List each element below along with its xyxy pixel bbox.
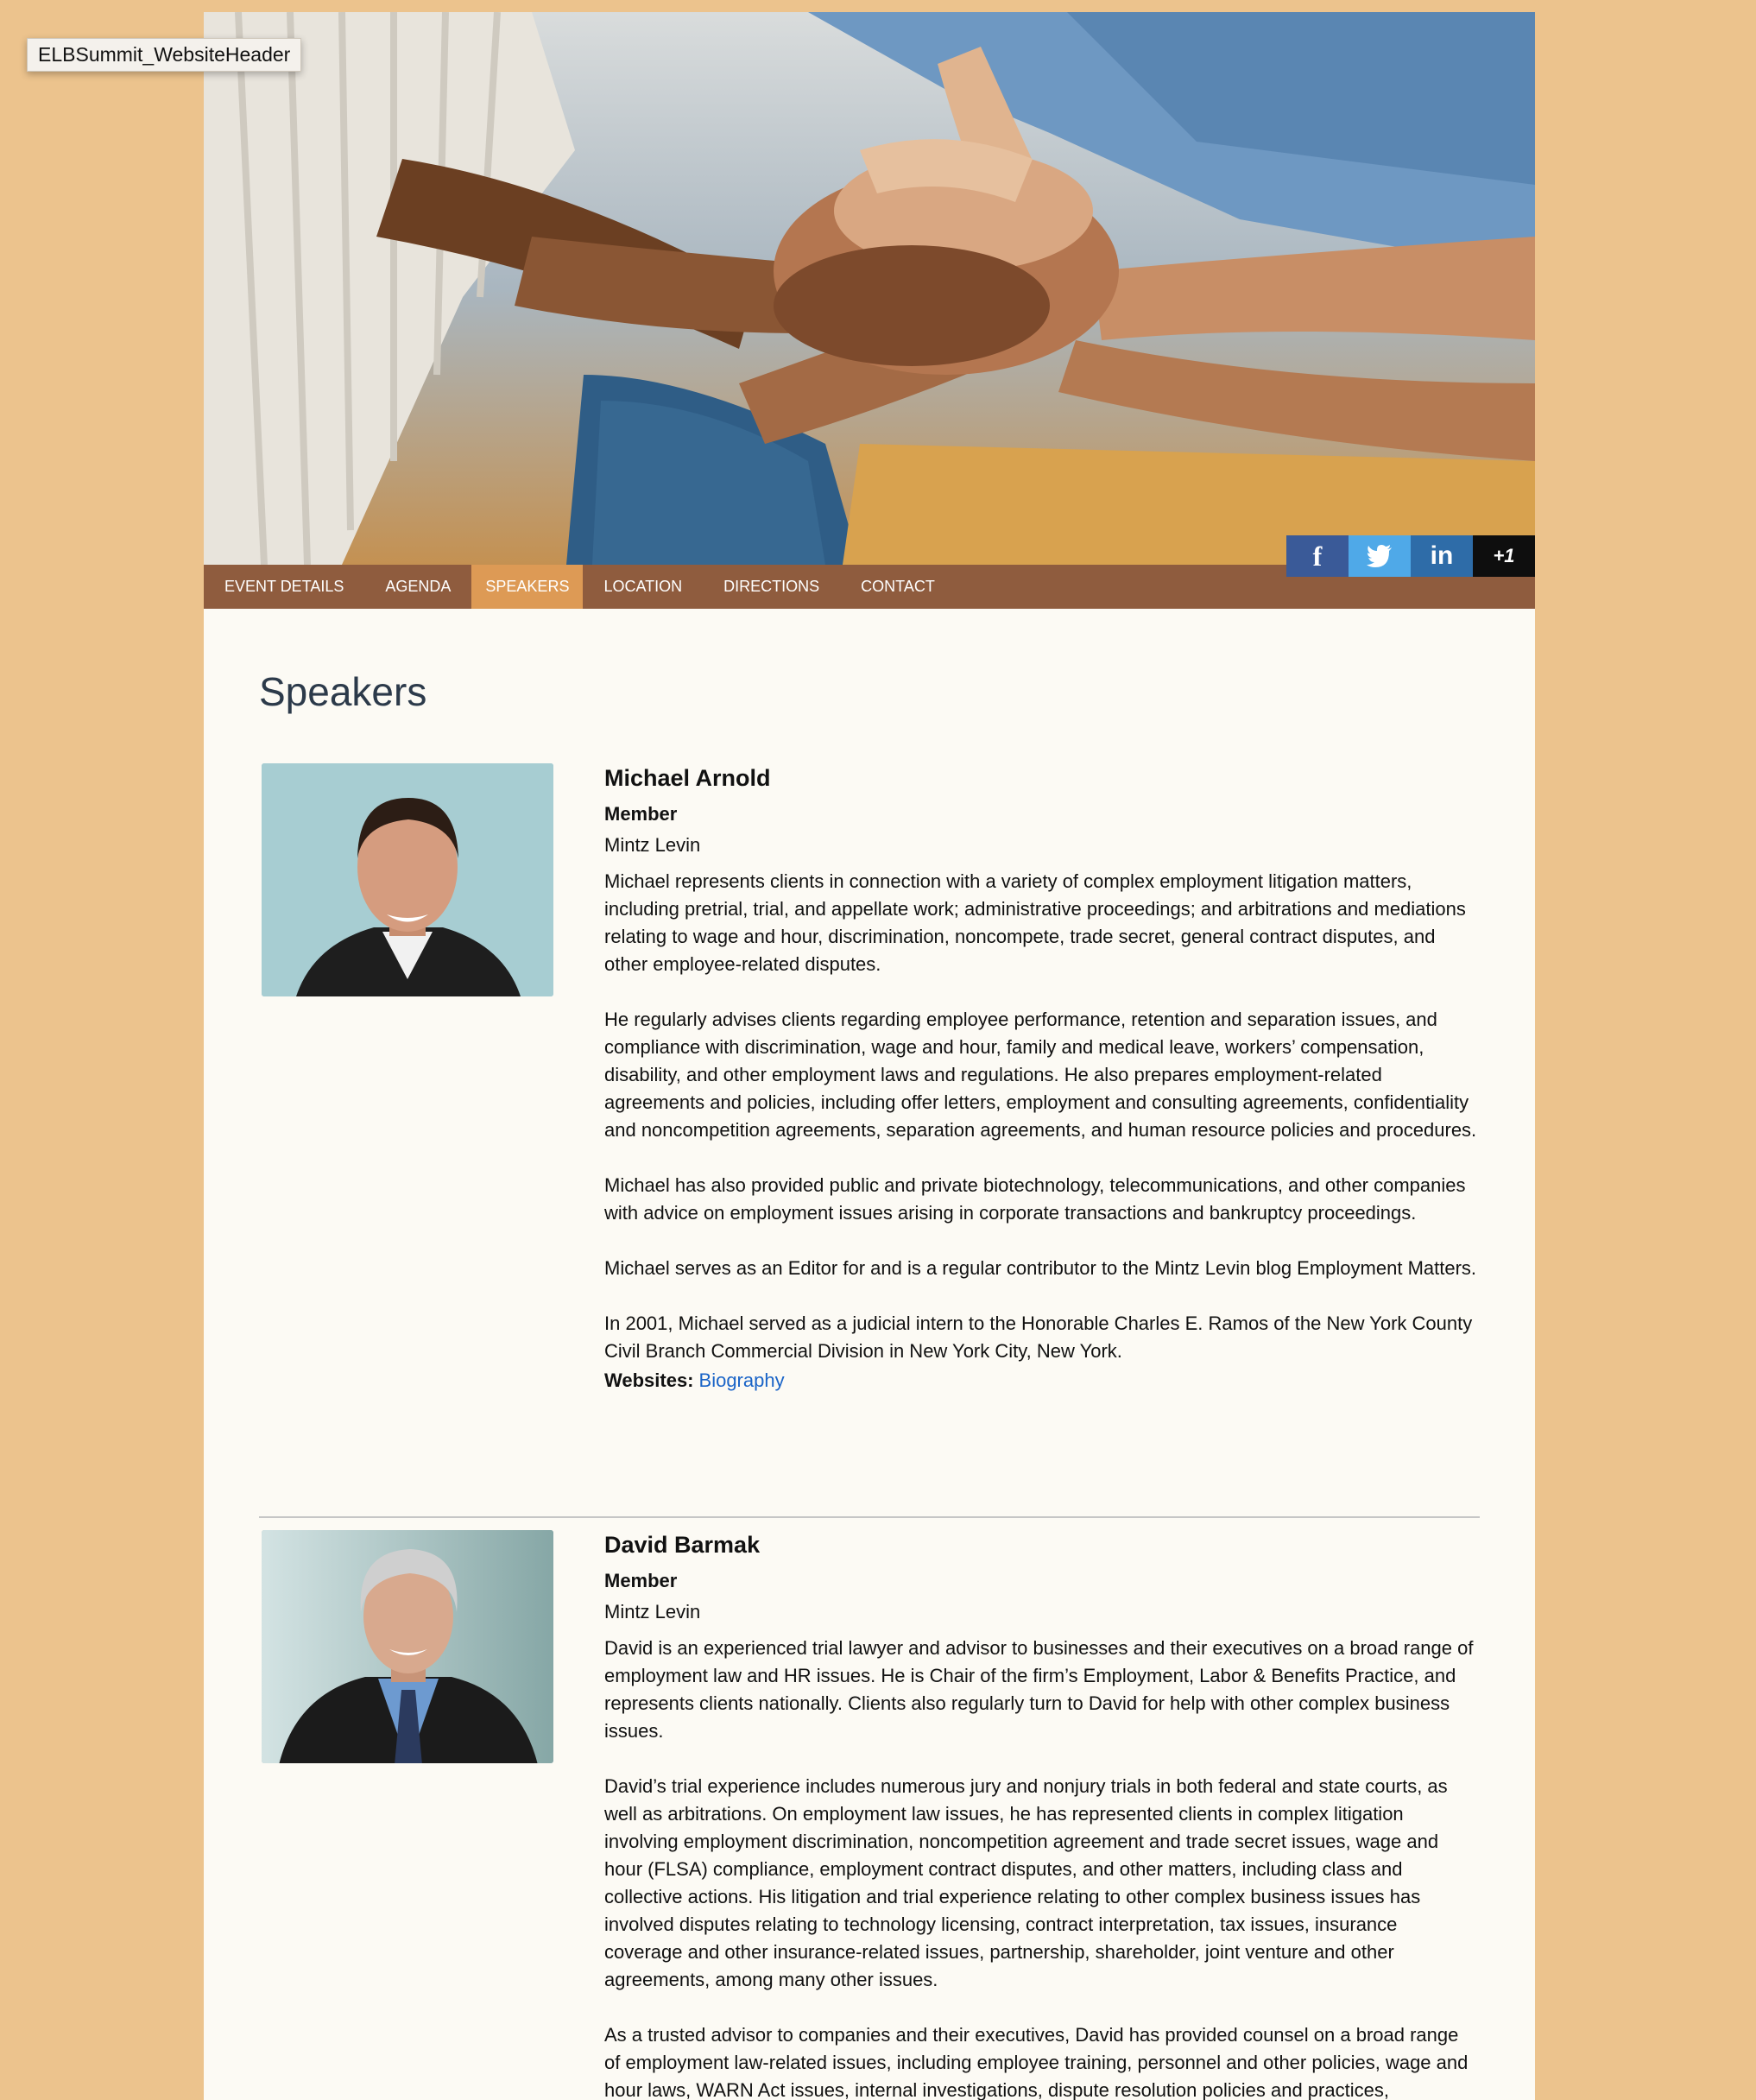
speaker-name: Michael Arnold	[604, 765, 771, 791]
bio-paragraph: David’s trial experience includes numero…	[604, 1775, 1448, 1990]
biography-link[interactable]: Biography	[699, 1369, 785, 1391]
social-share-bar: f in +1	[1286, 535, 1535, 577]
tooltip-label: ELBSummit_WebsiteHeader	[27, 38, 302, 72]
bio-paragraph: David is an experienced trial lawyer and…	[604, 1637, 1474, 1742]
speaker-photo-michael-arnold	[262, 763, 553, 996]
speaker-divider	[259, 1516, 1480, 1518]
twitter-bird-icon	[1367, 545, 1392, 567]
speaker-websites: Websites: Biography	[604, 1367, 1478, 1395]
portrait-image	[262, 1530, 553, 1763]
bio-paragraph: Michael represents clients in connection…	[604, 870, 1466, 975]
nav-item-event-details[interactable]: EVENT DETAILS	[204, 565, 364, 609]
twitter-icon[interactable]	[1349, 535, 1411, 577]
linkedin-icon[interactable]: in	[1411, 535, 1473, 577]
speaker-organization: Mintz Levin	[604, 1601, 701, 1622]
portrait-image	[262, 763, 553, 996]
bio-paragraph: Michael has also provided public and pri…	[604, 1174, 1466, 1224]
speaker-organization: Mintz Levin	[604, 834, 701, 856]
hands-stacked-teamwork-photo	[204, 12, 1535, 565]
nav-item-agenda[interactable]: AGENDA	[364, 565, 471, 609]
page-title: Speakers	[259, 669, 427, 714]
speaker-name: David Barmak	[604, 1532, 761, 1558]
page-container: f in +1 EVENT DETAILS AGENDA SPEAKERS LO…	[204, 12, 1535, 2100]
nav-item-location[interactable]: LOCATION	[583, 565, 703, 609]
speaker-info: Michael Arnold Member Mintz Levin Michae…	[604, 763, 1478, 1395]
speaker-info: David Barmak Member Mintz Levin David is…	[604, 1530, 1478, 2100]
google-plus-one-button[interactable]: +1	[1473, 535, 1535, 577]
speaker-photo-david-barmak	[262, 1530, 553, 1763]
facebook-icon[interactable]: f	[1286, 535, 1349, 577]
speaker-role: Member	[604, 803, 678, 825]
bio-paragraph: In 2001, Michael served as a judicial in…	[604, 1312, 1473, 1362]
nav-item-directions[interactable]: DIRECTIONS	[703, 565, 840, 609]
main-content: Speakers Michael Arnold Member Mintz Lev…	[259, 668, 1480, 2100]
hero-banner-image	[204, 12, 1535, 565]
nav-item-contact[interactable]: CONTACT	[840, 565, 956, 609]
nav-item-speakers[interactable]: SPEAKERS	[471, 565, 584, 609]
speaker-bio: Michael represents clients in connection…	[604, 868, 1478, 1365]
bio-paragraph: Michael serves as an Editor for and is a…	[604, 1257, 1477, 1279]
bio-paragraph: He regularly advises clients regarding e…	[604, 1009, 1477, 1141]
speaker-bio: David is an experienced trial lawyer and…	[604, 1635, 1478, 2100]
speaker-role: Member	[604, 1570, 678, 1591]
bio-paragraph: As a trusted advisor to companies and th…	[604, 2024, 1469, 2100]
websites-label: Websites:	[604, 1369, 694, 1391]
